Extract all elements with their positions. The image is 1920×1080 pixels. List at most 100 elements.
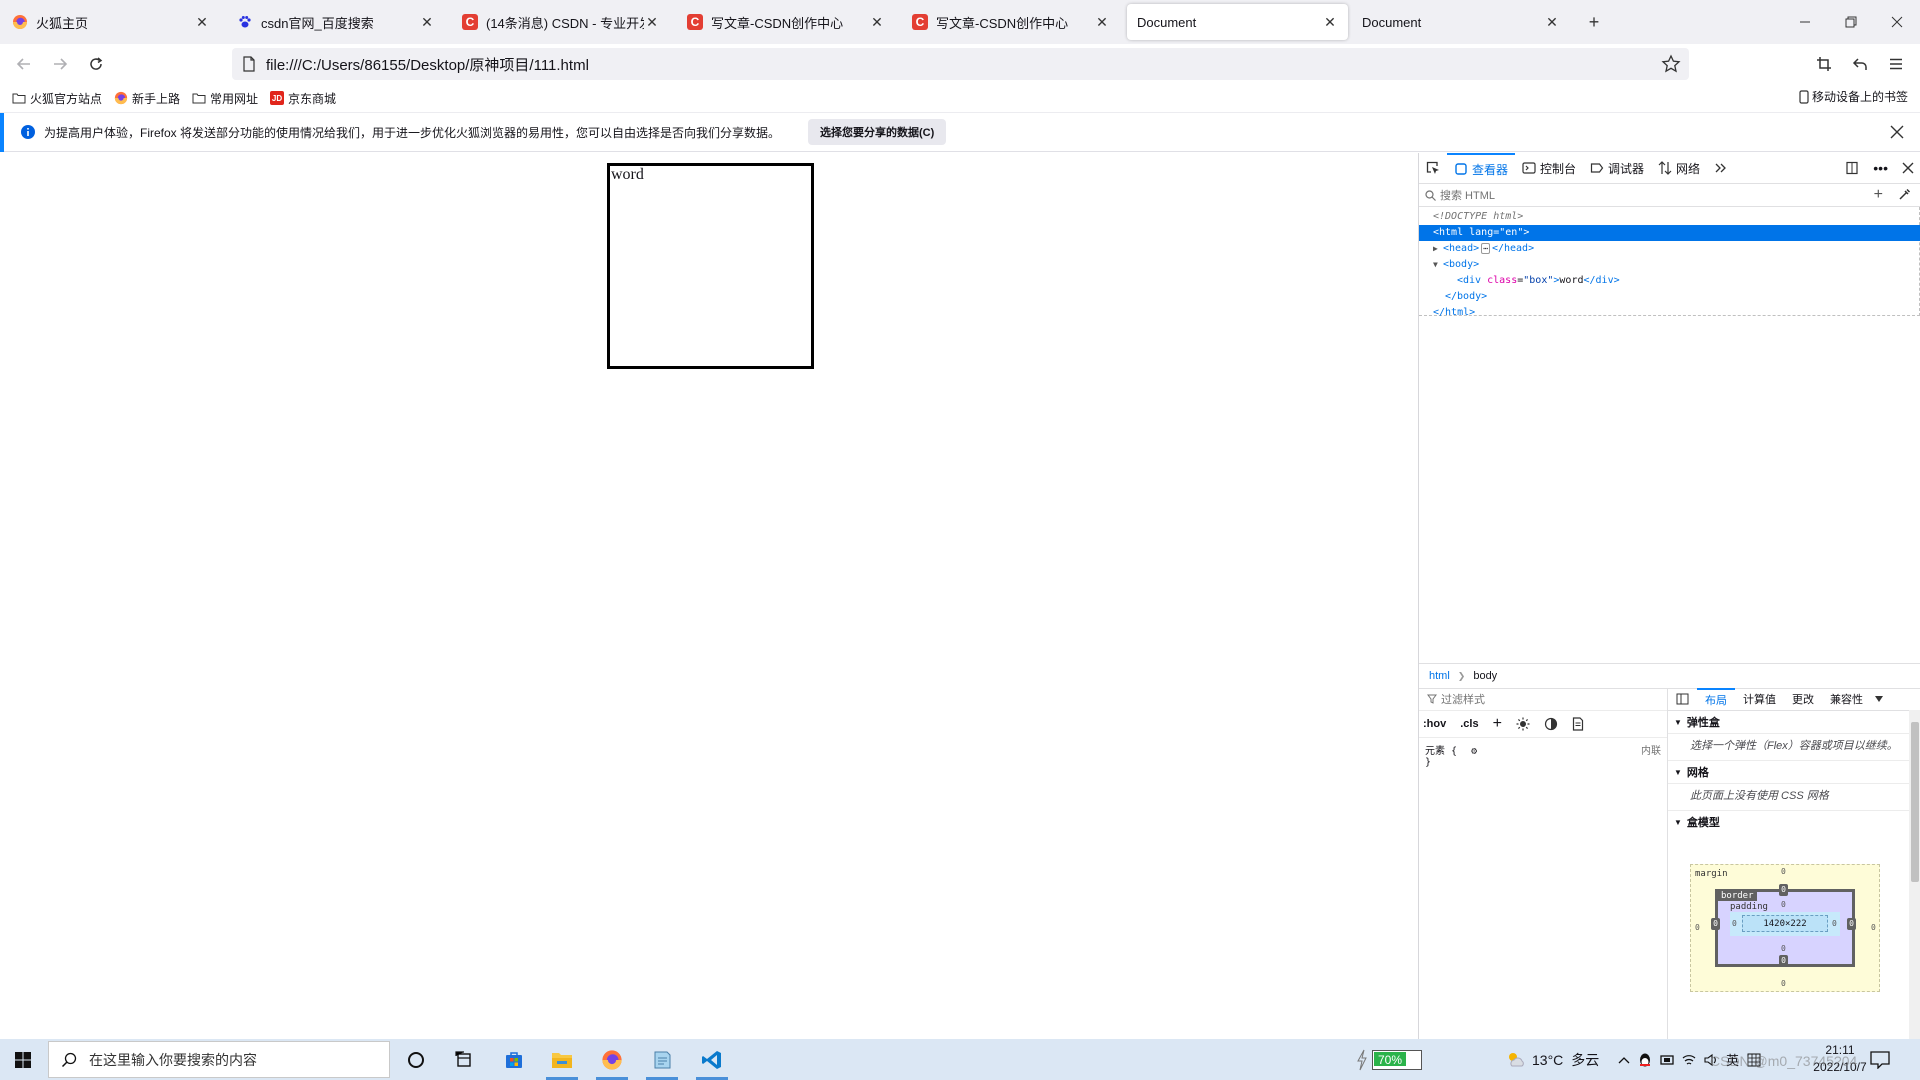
bookmark-item[interactable]: JD 京东商城 <box>270 87 336 109</box>
bookmark-item[interactable]: 新手上路 <box>114 87 180 109</box>
html-search[interactable]: 搜索 HTML + <box>1419 184 1920 207</box>
boxmodel-margin[interactable]: margin 0 0 0 0 border 0 0 0 0 padding 0 … <box>1690 864 1880 992</box>
breadcrumb-body[interactable]: body <box>1473 670 1497 682</box>
tab-console[interactable]: 控制台 <box>1515 153 1583 183</box>
back-arrow-icon[interactable] <box>8 48 40 80</box>
tab-6-active[interactable]: Document ✕ <box>1127 4 1348 40</box>
doctype-node[interactable]: <!DOCTYPE html> <box>1419 209 1920 225</box>
tray-chevron-up-icon[interactable] <box>1618 1056 1630 1064</box>
padding-bottom-value[interactable]: 0 <box>1781 944 1786 953</box>
tab-2[interactable]: csdn官网_百度搜索 ✕ <box>227 4 445 40</box>
boxmodel-content-size[interactable]: 1420×222 <box>1742 915 1828 932</box>
window-close-icon[interactable] <box>1874 0 1920 44</box>
margin-top-value[interactable]: 0 <box>1781 867 1786 876</box>
mobile-bookmarks[interactable]: 移动设备上的书签 <box>1799 88 1908 105</box>
close-icon[interactable]: ✕ <box>419 14 435 30</box>
firefox-icon[interactable] <box>588 1039 636 1080</box>
border-top-value[interactable]: 0 <box>1779 884 1788 896</box>
reload-icon[interactable] <box>80 48 112 80</box>
head-node[interactable]: ▶ <head> ⋯ </head> <box>1419 241 1920 257</box>
div-node[interactable]: <div class="box">word</div> <box>1419 273 1920 289</box>
dark-scheme-contrast-icon[interactable] <box>1544 717 1558 731</box>
chevron-down-icon[interactable] <box>1871 688 1887 710</box>
weather-widget[interactable]: 13°C 多云 <box>1506 1039 1599 1080</box>
layout-scrollbar[interactable] <box>1909 710 1920 1039</box>
padding-top-value[interactable]: 0 <box>1781 900 1786 909</box>
notepad-app-icon[interactable] <box>638 1039 686 1080</box>
collapse-triangle-icon[interactable]: ▼ <box>1433 257 1443 273</box>
tab-7[interactable]: Document ✕ <box>1352 4 1570 40</box>
padding-right-value[interactable]: 0 <box>1832 919 1837 928</box>
margin-left-value[interactable]: 0 <box>1695 923 1700 932</box>
task-view-icon[interactable] <box>440 1039 488 1080</box>
breadcrumb-html[interactable]: html <box>1429 670 1450 682</box>
ms-store-icon[interactable] <box>490 1039 538 1080</box>
taskbar-search-input[interactable]: 在这里输入你要搜索的内容 <box>48 1041 390 1078</box>
padding-left-value[interactable]: 0 <box>1732 919 1737 928</box>
file-explorer-icon[interactable] <box>538 1039 586 1080</box>
add-rule-plus-icon[interactable]: + <box>1493 715 1502 733</box>
url-bar[interactable]: file:///C:/Users/86155/Desktop/原神项目/111.… <box>232 48 1689 80</box>
tab-inspector[interactable]: 查看器 <box>1447 153 1516 183</box>
tab-debugger[interactable]: 调试器 <box>1583 153 1651 183</box>
new-tab-plus-icon[interactable]: + <box>1582 10 1606 34</box>
tab-compatibility[interactable]: 兼容性 <box>1822 688 1871 710</box>
tab-changes[interactable]: 更改 <box>1784 688 1822 710</box>
close-icon[interactable]: ✕ <box>644 14 660 30</box>
dock-side-icon[interactable] <box>1838 153 1866 183</box>
windows-start-icon[interactable] <box>0 1039 46 1080</box>
tab-5[interactable]: C 写文章-CSDN创作中心 ✕ <box>902 4 1120 40</box>
tab-computed[interactable]: 计算值 <box>1735 688 1784 710</box>
close-icon[interactable]: ✕ <box>1094 14 1110 30</box>
close-icon[interactable]: ✕ <box>1544 14 1560 30</box>
tab-4[interactable]: C 写文章-CSDN创作中心 ✕ <box>677 4 895 40</box>
add-node-plus-icon[interactable]: + <box>1874 186 1883 204</box>
tab-3[interactable]: C (14条消息) CSDN - 专业开发者 ✕ <box>452 4 670 40</box>
print-media-document-icon[interactable] <box>1572 717 1584 731</box>
element-rule[interactable]: 元素 { ⚙ 内联 } <box>1419 738 1667 786</box>
cls-toggle[interactable]: .cls <box>1460 718 1478 730</box>
restore-icon[interactable] <box>1828 0 1874 44</box>
share-data-button[interactable]: 选择您要分享的数据(C) <box>808 119 947 145</box>
boxmodel-padding[interactable]: 0 0 1420×222 <box>1730 912 1840 936</box>
close-icon[interactable]: ✕ <box>869 14 885 30</box>
eyedropper-icon[interactable] <box>1898 188 1911 201</box>
url-text[interactable]: file:///C:/Users/86155/Desktop/原神项目/111.… <box>266 54 589 75</box>
more-tools-chevron-icon[interactable] <box>1707 153 1735 183</box>
undo-arrow-icon[interactable] <box>1844 48 1876 80</box>
light-scheme-sun-icon[interactable] <box>1516 717 1530 731</box>
close-icon[interactable] <box>1890 125 1904 139</box>
vscode-icon[interactable] <box>688 1039 736 1080</box>
close-icon[interactable]: ✕ <box>194 14 210 30</box>
boxmodel-border[interactable]: border 0 0 0 0 padding 0 0 0 0 1420×222 <box>1711 884 1856 967</box>
flexbox-section-header[interactable]: ▼ 弹性盒 <box>1668 711 1920 734</box>
more-options-icon[interactable]: ••• <box>1866 153 1895 183</box>
screenshot-crop-icon[interactable] <box>1808 48 1840 80</box>
tab-network[interactable]: 网络 <box>1651 153 1707 183</box>
body-node[interactable]: ▼ <body> <box>1419 257 1920 273</box>
tab-1[interactable]: 火狐主页 ✕ <box>2 4 220 40</box>
ellipsis-icon[interactable]: ⋯ <box>1481 243 1490 254</box>
bookmark-item[interactable]: 火狐官方站点 <box>12 87 102 109</box>
scrollbar-thumb[interactable] <box>1911 722 1919 882</box>
usb-device-icon[interactable] <box>1660 1053 1674 1067</box>
close-icon[interactable]: ✕ <box>1322 14 1338 30</box>
cortana-circle-icon[interactable] <box>392 1039 440 1080</box>
minimize-icon[interactable] <box>1782 0 1828 44</box>
hamburger-menu-icon[interactable] <box>1880 48 1912 80</box>
element-picker[interactable] <box>1419 153 1447 183</box>
hov-toggle[interactable]: :hov <box>1423 718 1446 730</box>
border-left-value[interactable]: 0 <box>1711 918 1720 930</box>
wifi-icon[interactable] <box>1682 1054 1696 1066</box>
battery-indicator[interactable]: 70% <box>1356 1039 1422 1080</box>
toggle-sidebar-icon[interactable] <box>1668 688 1697 710</box>
margin-right-value[interactable]: 0 <box>1871 923 1876 932</box>
filter-styles-input[interactable]: 过滤样式 <box>1419 688 1667 711</box>
close-devtools-icon[interactable] <box>1895 153 1920 183</box>
gear-icon[interactable]: ⚙ <box>1471 746 1477 757</box>
margin-bottom-value[interactable]: 0 <box>1781 979 1786 988</box>
border-right-value[interactable]: 0 <box>1847 918 1856 930</box>
html-node-selected[interactable]: <html lang="en"> <box>1419 225 1920 241</box>
bookmark-star-icon[interactable] <box>1661 54 1681 74</box>
qq-penguin-icon[interactable] <box>1638 1052 1652 1068</box>
